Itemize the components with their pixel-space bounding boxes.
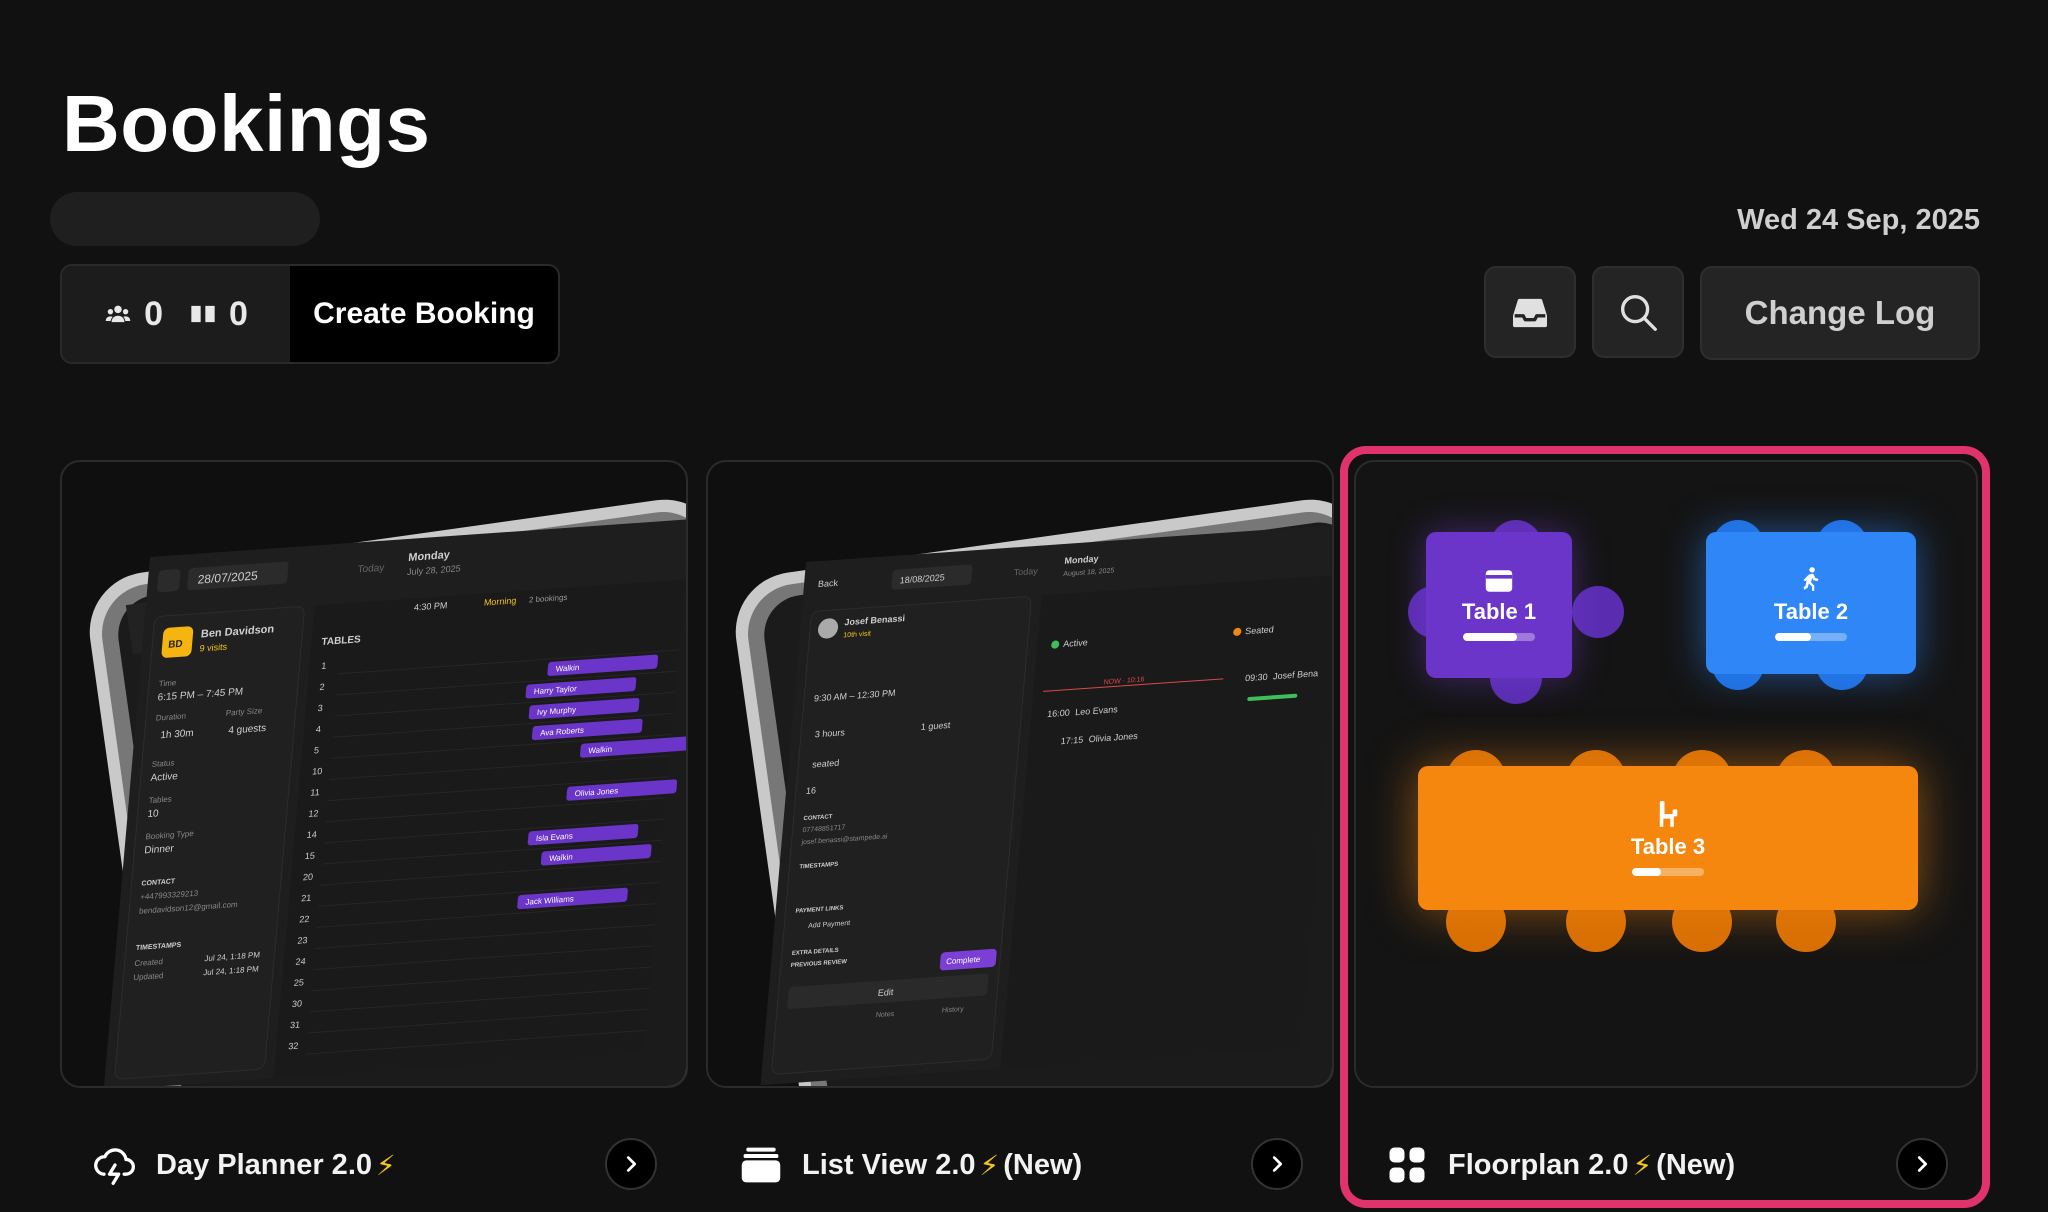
dp-booking-label: Walkin — [555, 663, 579, 674]
booking-counts: 0 0 — [62, 266, 290, 362]
dp-row-number: 5 — [314, 745, 320, 755]
dp-row-number: 12 — [308, 808, 319, 819]
lv-status-value: seated — [812, 758, 840, 770]
dp-booking-label: Walkin — [549, 852, 573, 863]
day-planner-open-button[interactable] — [605, 1138, 657, 1190]
dp-booking-type-value: Dinner — [144, 843, 175, 856]
dp-initials: BD — [168, 639, 183, 651]
dp-row-number: 24 — [295, 956, 306, 967]
inbox-button[interactable] — [1484, 266, 1576, 358]
dp-status-label: Status — [151, 758, 174, 769]
bolt-icon: ⚡ — [979, 1149, 1000, 1181]
lv-today: Today — [1013, 566, 1038, 578]
lv-entry2-time: 17:15 — [1060, 735, 1083, 747]
dp-row-number: 3 — [317, 703, 323, 713]
dp-row-number: 20 — [303, 872, 314, 883]
floorplan-title: Floorplan 2.0 — [1448, 1148, 1629, 1181]
dp-row-number: 32 — [288, 1041, 299, 1052]
create-booking-button[interactable]: Create Booking — [290, 266, 558, 362]
guest-count: 0 — [144, 294, 163, 333]
dp-row-number: 1 — [321, 661, 327, 671]
lv-tables-value: 16 — [806, 785, 817, 796]
table-progress — [1775, 633, 1847, 641]
inbox-icon — [1512, 298, 1548, 328]
table-progress — [1463, 633, 1535, 641]
lv-seated-time: 09:30 — [1245, 672, 1268, 684]
dp-row-number: 10 — [312, 766, 323, 777]
chevron-right-icon — [1917, 1156, 1928, 1172]
lv-notes: Notes — [876, 1011, 895, 1019]
dp-row-number: 2 — [319, 682, 325, 692]
walk-icon — [1803, 567, 1819, 591]
lv-active-label: Active — [1063, 637, 1088, 649]
table-book-icon — [191, 305, 215, 323]
list-view-title: List View 2.0 — [802, 1148, 976, 1181]
dp-row-number: 15 — [304, 850, 315, 861]
booking-counts-group: 0 0 Create Booking — [60, 264, 560, 364]
day-planner-footer[interactable]: Day Planner 2.0 ⚡ — [92, 1125, 400, 1205]
dp-visits: 9 visits — [199, 642, 228, 654]
lv-edit: Edit — [877, 987, 894, 998]
dp-tables-label: Tables — [148, 794, 172, 805]
dp-row-number: 22 — [299, 914, 310, 925]
filter-pill[interactable] — [50, 192, 320, 246]
table-3[interactable]: Table 3 — [1418, 766, 1918, 910]
list-view-new-badge: (New) — [1003, 1148, 1083, 1181]
change-log-button[interactable]: Change Log — [1700, 266, 1980, 360]
table-2[interactable]: Table 2 — [1706, 532, 1916, 674]
seat-icon — [1659, 801, 1678, 827]
search-icon — [1620, 294, 1657, 331]
dp-row-number: 30 — [292, 998, 303, 1009]
cloud-lightning-icon — [92, 1142, 138, 1188]
floorplan-new-badge: (New) — [1656, 1148, 1736, 1181]
day-planner-preview: 28/07/2025 Today Monday July 28, 2025 BD… — [89, 499, 686, 1086]
chevron-right-icon — [1272, 1156, 1283, 1172]
dp-time-label: Time — [158, 678, 177, 688]
dp-row-number: 31 — [290, 1020, 301, 1031]
list-view-preview: Back 18/08/2025 Today Monday August 18, … — [735, 499, 1332, 1086]
table-label: Table 3 — [1630, 834, 1706, 859]
table-count: 0 — [229, 294, 248, 333]
table-1[interactable]: Table 1 — [1426, 532, 1572, 678]
list-view-footer[interactable]: List View 2.0 ⚡ (New) — [738, 1125, 1082, 1205]
list-view-open-button[interactable] — [1251, 1138, 1303, 1190]
bolt-icon: ⚡ — [1632, 1149, 1653, 1181]
dp-tables-value: 10 — [147, 808, 159, 820]
stack-icon — [738, 1142, 784, 1188]
card-icon — [1485, 570, 1513, 592]
lv-back: Back — [818, 578, 839, 589]
page-title: Bookings — [62, 79, 431, 168]
dp-row-number: 4 — [315, 724, 321, 734]
table-label: Table 1 — [1461, 599, 1537, 624]
dp-row-number: 14 — [306, 829, 317, 840]
floorplan-card[interactable]: Table 1 Table 2 Table 3 — [1354, 460, 1978, 1088]
chair — [1572, 586, 1624, 638]
dp-row-number: 11 — [310, 787, 320, 798]
current-date: Wed 24 Sep, 2025 — [1737, 204, 1980, 236]
table-progress — [1632, 868, 1704, 876]
grid-icon — [1384, 1142, 1430, 1188]
dp-today: Today — [357, 563, 385, 576]
bolt-icon: ⚡ — [376, 1149, 396, 1181]
lv-entry1-time: 16:00 — [1047, 708, 1070, 720]
chevron-right-icon — [626, 1156, 637, 1172]
dp-booking-label: Walkin — [588, 745, 612, 756]
table-label: Table 2 — [1773, 599, 1849, 624]
search-button[interactable] — [1592, 266, 1684, 358]
dp-row-number: 25 — [293, 977, 304, 988]
guests-icon — [105, 305, 131, 323]
lv-seated-label: Seated — [1245, 624, 1274, 636]
floorplan-footer[interactable]: Floorplan 2.0 ⚡ (New) — [1384, 1125, 1735, 1205]
day-planner-title: Day Planner 2.0 — [156, 1148, 372, 1181]
dp-row-number: 21 — [301, 893, 312, 904]
dp-row-number: 23 — [297, 935, 308, 946]
dp-status-value: Active — [150, 771, 179, 784]
day-planner-card[interactable]: 28/07/2025 Today Monday July 28, 2025 BD… — [60, 460, 688, 1088]
floorplan-open-button[interactable] — [1896, 1138, 1948, 1190]
list-view-card[interactable]: Back 18/08/2025 Today Monday August 18, … — [706, 460, 1334, 1088]
